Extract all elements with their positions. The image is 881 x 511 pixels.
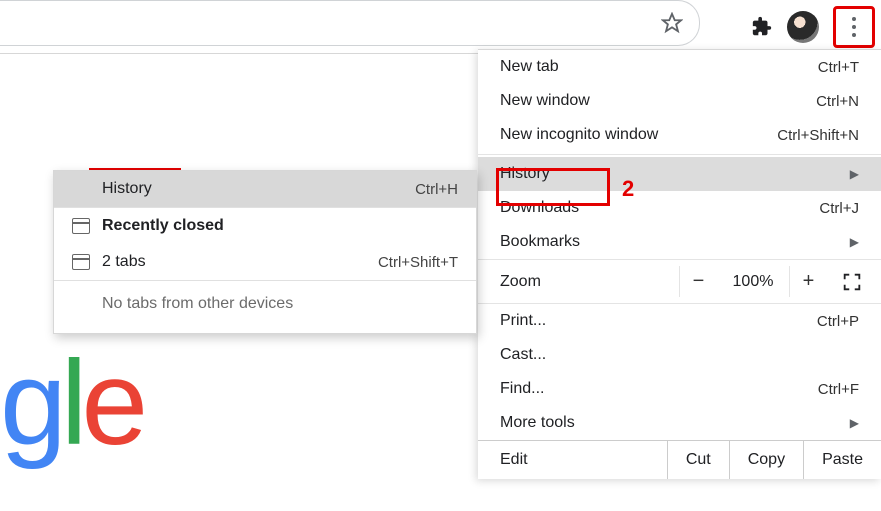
chevron-right-icon: ▶ bbox=[850, 167, 859, 181]
menu-item-label: New incognito window bbox=[500, 126, 777, 144]
zoom-label: Zoom bbox=[500, 273, 679, 291]
submenu-item-shortcut: Ctrl+Shift+T bbox=[378, 254, 458, 271]
bookmark-star-icon[interactable] bbox=[661, 12, 683, 34]
zoom-value: 100% bbox=[721, 273, 785, 291]
menu-separator bbox=[478, 154, 881, 155]
google-letter-g: g bbox=[0, 343, 61, 463]
submenu-item-label: 2 tabs bbox=[102, 253, 366, 271]
extensions-icon[interactable] bbox=[751, 16, 773, 38]
menu-item-shortcut: Ctrl+F bbox=[818, 381, 859, 398]
menu-item-shortcut: Ctrl+T bbox=[818, 59, 859, 76]
tab-icon bbox=[72, 218, 90, 234]
menu-downloads[interactable]: Downloads Ctrl+J bbox=[478, 191, 881, 225]
annotation-2: 2 bbox=[622, 176, 634, 202]
chevron-right-icon: ▶ bbox=[850, 235, 859, 249]
menu-new-window[interactable]: New window Ctrl+N bbox=[478, 84, 881, 118]
menu-item-label: Cast... bbox=[500, 346, 859, 364]
menu-new-incognito[interactable]: New incognito window Ctrl+Shift+N bbox=[478, 118, 881, 152]
menu-new-tab[interactable]: New tab Ctrl+T bbox=[478, 50, 881, 84]
submenu-item-label: History bbox=[102, 180, 403, 198]
profile-avatar[interactable] bbox=[787, 11, 819, 43]
menu-item-label: History bbox=[500, 165, 850, 183]
tab-icon bbox=[72, 254, 90, 270]
edit-copy-button[interactable]: Copy bbox=[729, 441, 803, 479]
menu-item-label: Find... bbox=[500, 380, 818, 398]
submenu-item-label: Recently closed bbox=[102, 217, 458, 235]
history-submenu: History Ctrl+H Recently closed 2 tabs Ct… bbox=[53, 170, 477, 334]
menu-item-shortcut: Ctrl+N bbox=[816, 93, 859, 110]
submenu-item-shortcut: Ctrl+H bbox=[415, 181, 458, 198]
zoom-controls: − 100% + bbox=[679, 266, 863, 297]
more-menu-button[interactable] bbox=[833, 6, 875, 48]
menu-item-label: Bookmarks bbox=[500, 233, 850, 251]
address-bar[interactable] bbox=[0, 0, 700, 46]
submenu-two-tabs[interactable]: 2 tabs Ctrl+Shift+T bbox=[54, 244, 476, 280]
google-letter-e: e bbox=[81, 343, 142, 463]
menu-bookmarks[interactable]: Bookmarks ▶ bbox=[478, 225, 881, 259]
menu-item-label: Print... bbox=[500, 312, 817, 330]
chevron-right-icon: ▶ bbox=[850, 416, 859, 430]
fullscreen-icon[interactable] bbox=[841, 271, 863, 293]
menu-edit-row: Edit Cut Copy Paste bbox=[478, 440, 881, 479]
zoom-out-button[interactable]: − bbox=[679, 266, 717, 297]
submenu-history[interactable]: History Ctrl+H bbox=[54, 171, 476, 207]
kebab-icon bbox=[852, 17, 856, 37]
menu-more-tools[interactable]: More tools ▶ bbox=[478, 406, 881, 440]
main-menu: New tab Ctrl+T New window Ctrl+N New inc… bbox=[478, 49, 881, 479]
edit-label: Edit bbox=[478, 441, 667, 479]
menu-item-label: More tools bbox=[500, 414, 850, 432]
menu-item-shortcut: Ctrl+P bbox=[817, 313, 859, 330]
menu-find[interactable]: Find... Ctrl+F bbox=[478, 372, 881, 406]
google-letter-l: l bbox=[61, 343, 82, 463]
submenu-no-other-devices: No tabs from other devices bbox=[54, 281, 476, 333]
menu-item-shortcut: Ctrl+J bbox=[819, 200, 859, 217]
menu-item-label: Downloads bbox=[500, 199, 819, 217]
edit-cut-button[interactable]: Cut bbox=[667, 441, 729, 479]
google-logo-fragment: g l e bbox=[0, 343, 142, 463]
submenu-recently-closed[interactable]: Recently closed bbox=[54, 208, 476, 244]
menu-item-label: New window bbox=[500, 92, 816, 110]
menu-item-shortcut: Ctrl+Shift+N bbox=[777, 127, 859, 144]
menu-cast[interactable]: Cast... bbox=[478, 338, 881, 372]
menu-history[interactable]: History ▶ bbox=[478, 157, 881, 191]
zoom-in-button[interactable]: + bbox=[789, 266, 827, 297]
menu-print[interactable]: Print... Ctrl+P bbox=[478, 304, 881, 338]
top-right-controls bbox=[751, 6, 875, 48]
menu-item-label: New tab bbox=[500, 58, 818, 76]
menu-zoom: Zoom − 100% + bbox=[478, 259, 881, 304]
edit-paste-button[interactable]: Paste bbox=[803, 441, 881, 479]
